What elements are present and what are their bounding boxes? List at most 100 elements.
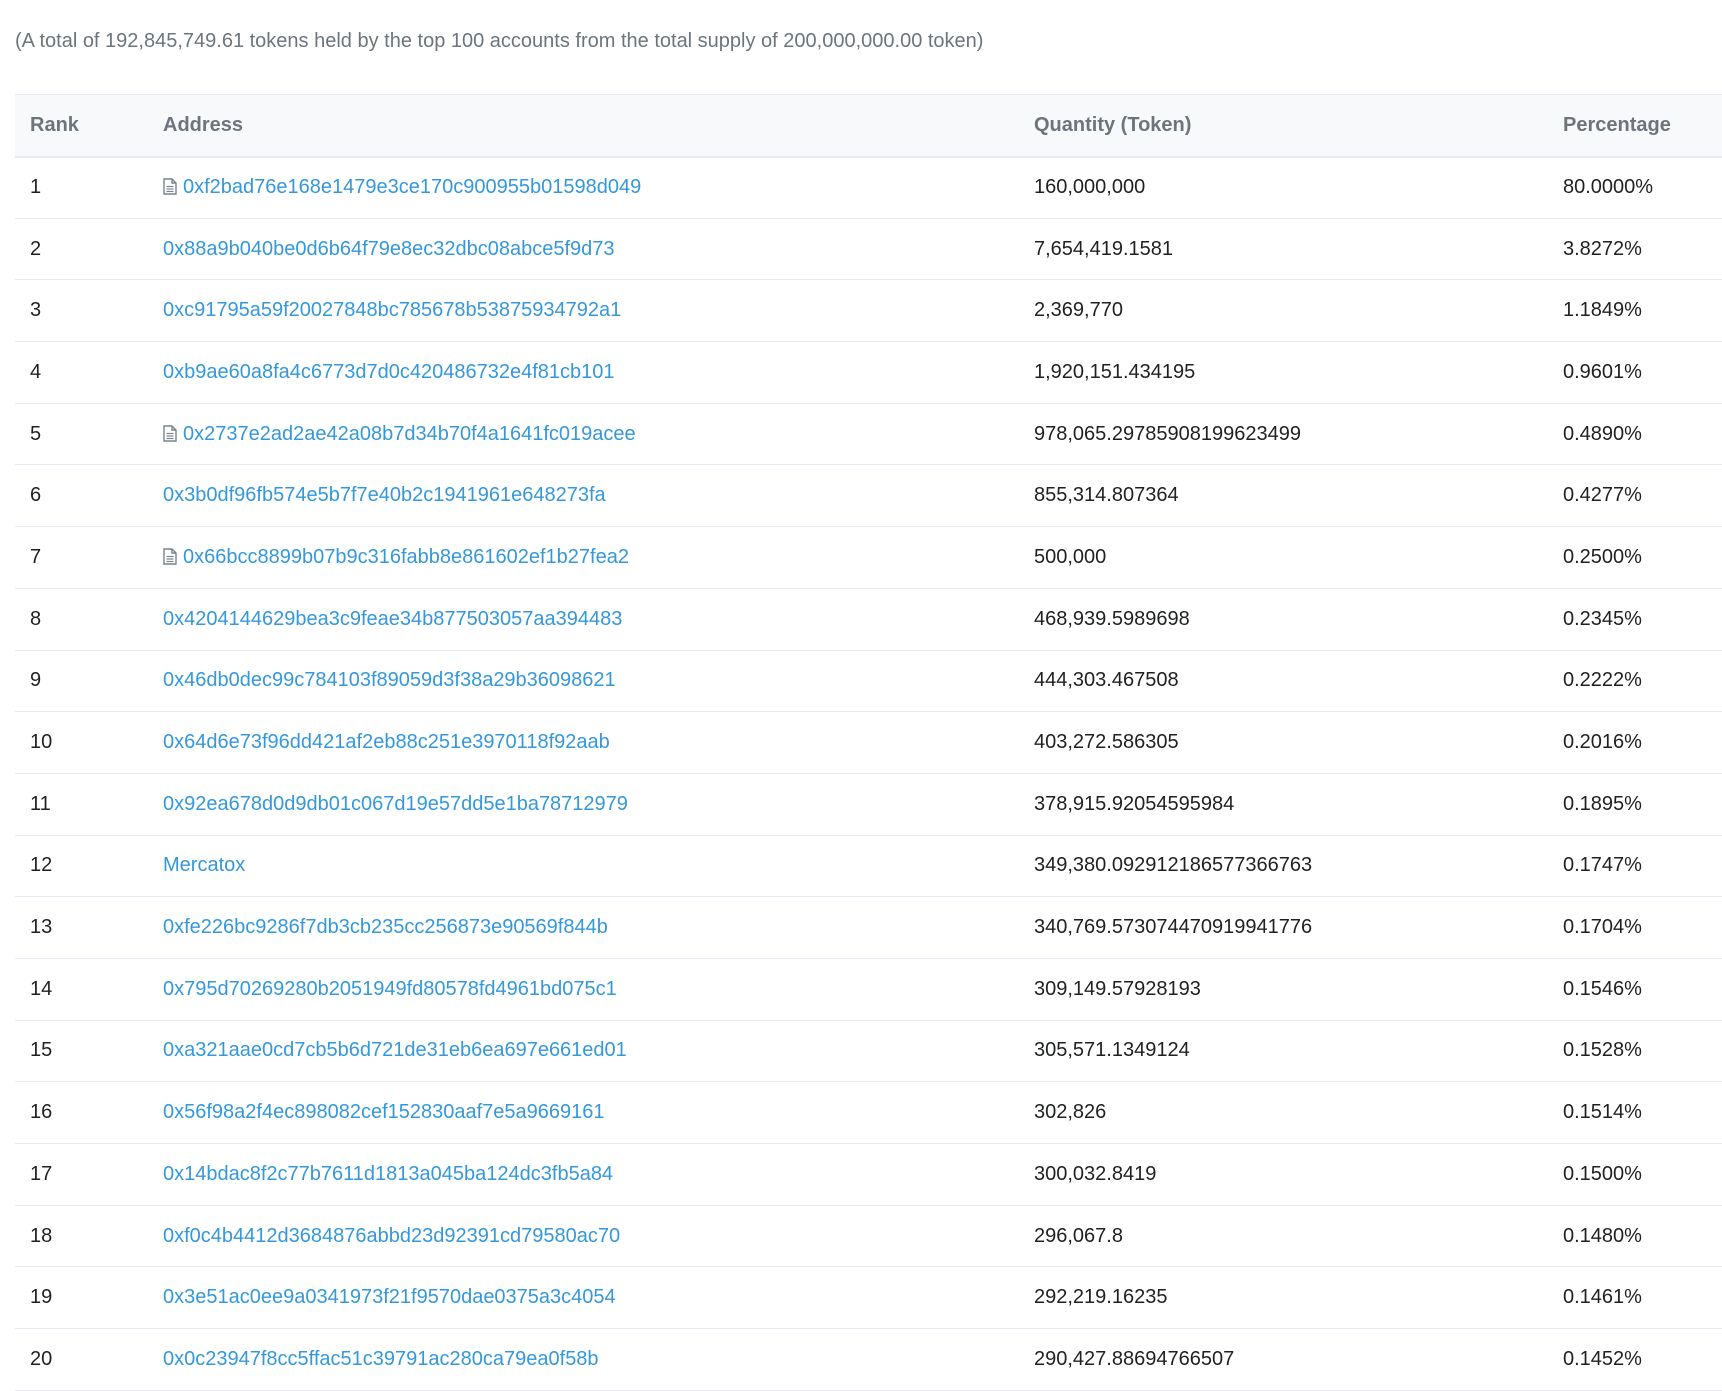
address-link[interactable]: 0xc91795a59f20027848bc785678b53875934792… — [163, 299, 621, 321]
address-cell: 0xc91795a59f20027848bc785678b53875934792… — [163, 279, 1034, 343]
percentage-cell: 0.4277% — [1563, 464, 1722, 528]
quantity-cell: 290,427.88694766507 — [1034, 1328, 1563, 1391]
percentage-cell: 0.2500% — [1563, 526, 1722, 589]
address-cell: 0xf0c4b4412d3684876abbd23d92391cd79580ac… — [163, 1205, 1034, 1268]
percentage-cell: 0.1514% — [1563, 1081, 1722, 1144]
table-row: 10 0x64d6e73f96dd421af2eb88c251e3970118f… — [15, 711, 1722, 774]
address-cell: 0xfe226bc9286f7db3cb235cc256873e90569f84… — [163, 896, 1034, 959]
rank-column-header: Rank — [15, 94, 163, 158]
table-row: 5 0x2737e2ad2ae42a08b7d34b70f4a1641fc019… — [15, 403, 1722, 466]
address-cell: 0x14bdac8f2c77b7611d1813a045ba124dc3fb5a… — [163, 1143, 1034, 1206]
address-cell: 0x46db0dec99c784103f89059d3f38a29b360986… — [163, 650, 1034, 713]
address-link[interactable]: 0x46db0dec99c784103f89059d3f38a29b360986… — [163, 669, 616, 691]
quantity-cell: 300,032.8419 — [1034, 1143, 1563, 1206]
address-cell: 0xa321aae0cd7cb5b6d721de31eb6ea697e661ed… — [163, 1020, 1034, 1083]
quantity-cell: 378,915.92054595984 — [1034, 773, 1563, 836]
percentage-cell: 0.1528% — [1563, 1020, 1722, 1083]
token-holders-table: Rank Address Quantity (Token) Percentage… — [15, 94, 1722, 1391]
address-link[interactable]: 0x0c23947f8cc5ffac51c39791ac280ca79ea0f5… — [163, 1348, 599, 1370]
address-cell: 0xb9ae60a8fa4c6773d7d0c420486732e4f81cb1… — [163, 341, 1034, 404]
address-cell: 0xf2bad76e168e1479e3ce170c900955b01598d0… — [163, 156, 1034, 219]
contract-file-icon — [163, 178, 177, 195]
percentage-cell: 0.4890% — [1563, 403, 1722, 466]
address-link[interactable]: 0x66bcc8899b07b9c316fabb8e861602ef1b27fe… — [183, 546, 629, 568]
address-link[interactable]: 0x3e51ac0ee9a0341973f21f9570dae0375a3c40… — [163, 1286, 616, 1308]
table-row: 8 0x4204144629bea3c9feae34b877503057aa39… — [15, 588, 1722, 651]
address-cell: 0x2737e2ad2ae42a08b7d34b70f4a1641fc019ac… — [163, 403, 1034, 466]
address-link[interactable]: 0x88a9b040be0d6b64f79e8ec32dbc08abce5f9d… — [163, 238, 615, 260]
quantity-cell: 309,149.57928193 — [1034, 958, 1563, 1021]
quantity-cell: 500,000 — [1034, 526, 1563, 589]
rank-cell: 15 — [15, 1020, 163, 1083]
quantity-cell: 340,769.573074470919941776 — [1034, 896, 1563, 959]
table-body: 1 0xf2bad76e168e1479e3ce170c900955b01598… — [15, 156, 1722, 1391]
table-row: 19 0x3e51ac0ee9a0341973f21f9570dae0375a3… — [15, 1266, 1722, 1330]
rank-cell: 8 — [15, 588, 163, 651]
rank-cell: 20 — [15, 1328, 163, 1391]
percentage-column-header: Percentage — [1563, 94, 1722, 158]
table-row: 4 0xb9ae60a8fa4c6773d7d0c420486732e4f81c… — [15, 341, 1722, 404]
address-link[interactable]: 0xb9ae60a8fa4c6773d7d0c420486732e4f81cb1… — [163, 361, 615, 383]
quantity-cell: 444,303.467508 — [1034, 650, 1563, 713]
address-link[interactable]: 0x795d70269280b2051949fd80578fd4961bd075… — [163, 978, 617, 1000]
address-cell: 0x4204144629bea3c9feae34b877503057aa3944… — [163, 588, 1034, 651]
quantity-cell: 978,065.29785908199623499 — [1034, 403, 1563, 466]
address-link[interactable]: 0xf2bad76e168e1479e3ce170c900955b01598d0… — [183, 176, 641, 198]
table-row: 16 0x56f98a2f4ec898082cef152830aaf7e5a96… — [15, 1081, 1722, 1144]
address-link[interactable]: 0x14bdac8f2c77b7611d1813a045ba124dc3fb5a… — [163, 1163, 613, 1185]
address-link[interactable]: 0xfe226bc9286f7db3cb235cc256873e90569f84… — [163, 916, 608, 938]
address-cell: 0x64d6e73f96dd421af2eb88c251e3970118f92a… — [163, 711, 1034, 774]
percentage-cell: 0.1461% — [1563, 1266, 1722, 1330]
rank-cell: 10 — [15, 711, 163, 774]
address-link[interactable]: Mercatox — [163, 854, 245, 876]
contract-file-icon — [163, 548, 177, 565]
address-link[interactable]: 0xa321aae0cd7cb5b6d721de31eb6ea697e661ed… — [163, 1039, 627, 1061]
rank-cell: 3 — [15, 279, 163, 343]
quantity-cell: 855,314.807364 — [1034, 464, 1563, 528]
quantity-cell: 160,000,000 — [1034, 156, 1563, 219]
quantity-cell: 7,654,419.1581 — [1034, 218, 1563, 281]
percentage-cell: 0.1546% — [1563, 958, 1722, 1021]
address-link[interactable]: 0x4204144629bea3c9feae34b877503057aa3944… — [163, 608, 622, 630]
table-row: 20 0x0c23947f8cc5ffac51c39791ac280ca79ea… — [15, 1328, 1722, 1391]
address-column-header: Address — [163, 94, 1034, 158]
address-cell: Mercatox — [163, 835, 1034, 898]
table-row: 1 0xf2bad76e168e1479e3ce170c900955b01598… — [15, 156, 1722, 219]
percentage-cell: 0.2222% — [1563, 650, 1722, 713]
percentage-cell: 3.8272% — [1563, 218, 1722, 281]
rank-cell: 5 — [15, 403, 163, 466]
rank-cell: 16 — [15, 1081, 163, 1144]
percentage-cell: 0.1480% — [1563, 1205, 1722, 1268]
table-row: 9 0x46db0dec99c784103f89059d3f38a29b3609… — [15, 650, 1722, 713]
address-cell: 0x56f98a2f4ec898082cef152830aaf7e5a96691… — [163, 1081, 1034, 1144]
table-row: 7 0x66bcc8899b07b9c316fabb8e861602ef1b27… — [15, 526, 1722, 589]
table-row: 14 0x795d70269280b2051949fd80578fd4961bd… — [15, 958, 1722, 1021]
rank-cell: 19 — [15, 1266, 163, 1330]
address-link[interactable]: 0xf0c4b4412d3684876abbd23d92391cd79580ac… — [163, 1225, 620, 1247]
percentage-cell: 0.2016% — [1563, 711, 1722, 774]
address-cell: 0x3b0df96fb574e5b7f7e40b2c1941961e648273… — [163, 464, 1034, 528]
address-link[interactable]: 0x92ea678d0d9db01c067d19e57dd5e1ba787129… — [163, 793, 628, 815]
rank-cell: 12 — [15, 835, 163, 898]
rank-cell: 6 — [15, 464, 163, 528]
percentage-cell: 0.9601% — [1563, 341, 1722, 404]
percentage-cell: 0.1895% — [1563, 773, 1722, 836]
address-link[interactable]: 0x56f98a2f4ec898082cef152830aaf7e5a96691… — [163, 1101, 605, 1123]
address-cell: 0x88a9b040be0d6b64f79e8ec32dbc08abce5f9d… — [163, 218, 1034, 281]
quantity-cell: 349,380.092912186577366763 — [1034, 835, 1563, 898]
table-row: 3 0xc91795a59f20027848bc785678b538759347… — [15, 279, 1722, 343]
percentage-cell: 0.1747% — [1563, 835, 1722, 898]
table-header: Rank Address Quantity (Token) Percentage — [15, 94, 1722, 158]
rank-cell: 13 — [15, 896, 163, 959]
contract-file-icon — [163, 424, 177, 442]
table-row: 11 0x92ea678d0d9db01c067d19e57dd5e1ba787… — [15, 773, 1722, 836]
address-link[interactable]: 0x64d6e73f96dd421af2eb88c251e3970118f92a… — [163, 731, 610, 753]
address-link[interactable]: 0x3b0df96fb574e5b7f7e40b2c1941961e648273… — [163, 484, 606, 506]
percentage-cell: 0.1452% — [1563, 1328, 1722, 1391]
percentage-cell: 0.1500% — [1563, 1143, 1722, 1206]
address-link[interactable]: 0x2737e2ad2ae42a08b7d34b70f4a1641fc019ac… — [183, 423, 636, 445]
percentage-cell: 80.0000% — [1563, 156, 1722, 219]
rank-cell: 18 — [15, 1205, 163, 1268]
table-row: 6 0x3b0df96fb574e5b7f7e40b2c1941961e6482… — [15, 464, 1722, 528]
address-cell: 0x92ea678d0d9db01c067d19e57dd5e1ba787129… — [163, 773, 1034, 836]
